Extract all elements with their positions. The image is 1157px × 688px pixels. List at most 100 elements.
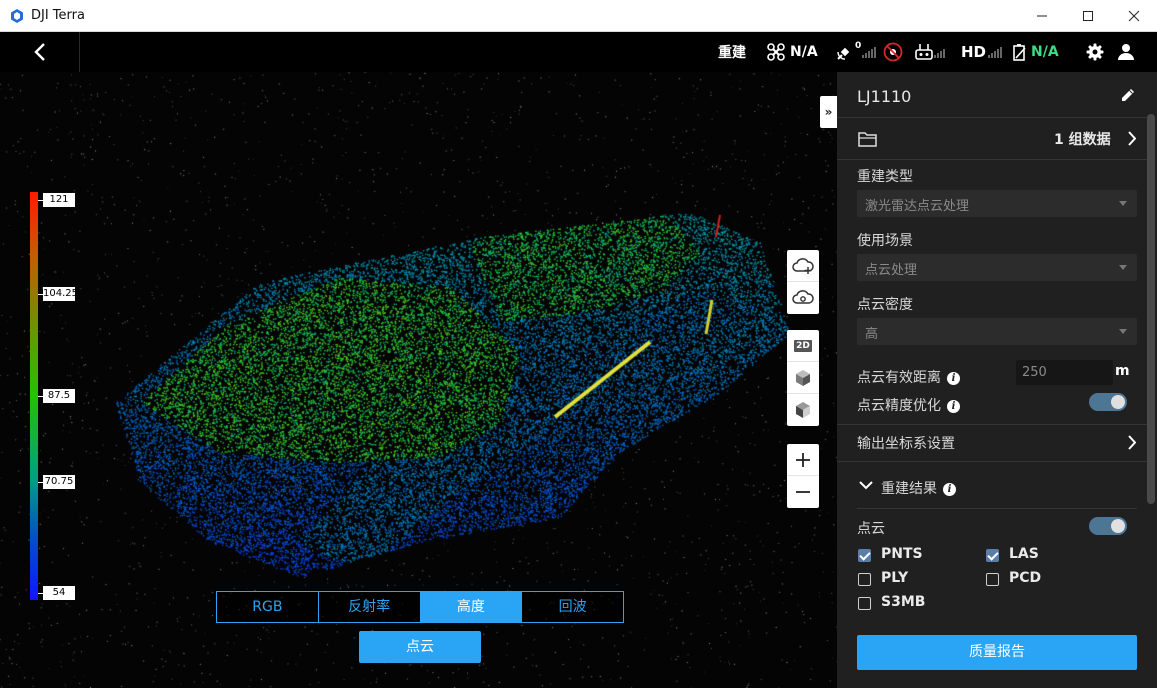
view-2d-button[interactable]: 2D: [787, 330, 819, 362]
effective-distance-label: 点云有效距离 i: [857, 367, 960, 387]
plus-icon: [796, 452, 810, 467]
caret-down-icon: [1119, 329, 1127, 334]
panel-scrollbar[interactable]: [1147, 114, 1155, 504]
scene-select[interactable]: 点云处理: [857, 254, 1137, 281]
format-ply-label: PLY: [881, 570, 909, 586]
format-pnts-label: PNTS: [881, 546, 923, 562]
signal-bars-icon: [934, 49, 945, 58]
chevron-right-icon: [1128, 435, 1136, 450]
distance-unit: m: [1115, 363, 1130, 379]
folder-icon: [858, 132, 877, 147]
rebuild-label: 重建: [718, 45, 746, 61]
tab-return[interactable]: 回波: [522, 592, 623, 622]
view-tools: 2D: [787, 330, 819, 426]
user-icon: [1118, 44, 1134, 60]
double-chevron-right-icon: »: [824, 105, 833, 119]
aircraft-status[interactable]: N/A: [767, 32, 818, 72]
rebuild-button[interactable]: 重建: [718, 32, 746, 72]
coord-settings-label: 输出坐标系设置: [857, 436, 955, 452]
rtk-status[interactable]: [883, 32, 903, 72]
tab-reflectivity[interactable]: 反射率: [319, 592, 421, 622]
cube-icon: [796, 369, 810, 386]
info-icon[interactable]: i: [943, 483, 956, 496]
settings-button[interactable]: [1086, 32, 1104, 72]
cloud-add-icon: [792, 257, 814, 274]
gps-count: 0: [855, 41, 862, 51]
format-pcd-label: PCD: [1009, 570, 1042, 586]
hd-label: HD: [961, 43, 987, 61]
cloud-gear-icon: [792, 290, 814, 304]
gps-status[interactable]: 0: [836, 32, 877, 72]
precision-label: 点云精度优化 i: [857, 395, 960, 415]
gear-icon: [1086, 43, 1104, 61]
battery-status[interactable]: N/A: [1012, 32, 1059, 72]
recon-type-select[interactable]: 激光雷达点云处理: [857, 190, 1137, 217]
format-s3mb-checkbox[interactable]: [858, 597, 871, 610]
collapse-panel-button[interactable]: »: [820, 96, 837, 128]
minimize-icon: [1037, 15, 1047, 17]
2d-view-icon: 2D: [794, 339, 812, 352]
window-titlebar: DJI Terra: [0, 0, 1157, 32]
remote-controller-icon: [915, 44, 933, 60]
density-value: 高: [865, 327, 879, 342]
account-button[interactable]: [1118, 32, 1134, 72]
effective-distance-input[interactable]: 250: [1016, 360, 1113, 385]
chevron-right-icon: [1128, 131, 1136, 146]
chevron-left-icon: [33, 43, 45, 61]
pointcloud-toggle[interactable]: [1089, 517, 1127, 535]
signal-bars-icon: [862, 47, 877, 58]
point-cloud-button[interactable]: 点云: [359, 631, 481, 663]
format-las-checkbox[interactable]: [986, 549, 999, 562]
view-perspective-button[interactable]: [787, 394, 819, 426]
legend-label: 70.75: [43, 475, 75, 489]
density-label: 点云密度: [857, 297, 913, 313]
format-las-label: LAS: [1009, 546, 1039, 562]
cloud-tools: [787, 250, 819, 314]
battery-icon: [1013, 44, 1026, 61]
remote-controller-status[interactable]: [915, 32, 946, 72]
info-icon[interactable]: i: [947, 372, 960, 385]
density-select[interactable]: 高: [857, 318, 1137, 345]
format-pnts-checkbox[interactable]: [858, 549, 871, 562]
satellite-icon: [837, 47, 850, 60]
zoom-in-button[interactable]: [787, 444, 819, 476]
recon-type-label: 重建类型: [857, 169, 913, 185]
recon-type-value: 激光雷达点云处理: [865, 199, 970, 214]
caret-down-icon: [1119, 265, 1127, 270]
zoom-out-button[interactable]: [787, 476, 819, 508]
tab-rgb[interactable]: RGB: [217, 592, 319, 622]
color-mode-tabs: RGB 反射率 高度 回波: [216, 591, 624, 623]
battery-status-text: N/A: [1031, 44, 1059, 60]
signal-bars-icon: [988, 47, 1003, 58]
cloud-upload-button[interactable]: [787, 250, 819, 282]
format-s3mb-label: S3MB: [881, 594, 926, 610]
hd-signal-status[interactable]: HD: [961, 32, 1003, 72]
scene-label: 使用场景: [857, 233, 913, 249]
precision-toggle[interactable]: [1089, 393, 1127, 411]
format-pcd-checkbox[interactable]: [986, 573, 999, 586]
edit-icon[interactable]: [1120, 87, 1136, 103]
quality-report-button[interactable]: 质量报告: [857, 635, 1137, 670]
info-icon[interactable]: i: [947, 400, 960, 413]
caret-down-icon: [1119, 201, 1127, 206]
effective-distance-value: 250: [1022, 365, 1047, 380]
dji-terra-logo-icon: [11, 9, 23, 23]
format-ply-checkbox[interactable]: [858, 573, 871, 586]
cloud-settings-button[interactable]: [787, 282, 819, 314]
point-cloud-viewport[interactable]: 121 104.25 87.5 70.75 54 » 2D RGB 反射率 高度…: [0, 72, 837, 688]
view-3d-button[interactable]: [787, 362, 819, 394]
chevron-down-icon: [859, 481, 873, 490]
legend-label: 104.25: [43, 287, 78, 301]
close-icon: [1128, 10, 1140, 22]
aircraft-status-text: N/A: [790, 44, 818, 60]
close-window-button[interactable]: [1111, 0, 1157, 32]
back-button[interactable]: [0, 32, 80, 72]
pointcloud-label: 点云: [857, 521, 885, 537]
maximize-button[interactable]: [1065, 0, 1111, 32]
minimize-button[interactable]: [1019, 0, 1065, 32]
data-groups-count: 1 组数据: [1054, 132, 1111, 148]
no-signal-icon: [883, 42, 903, 62]
legend-label: 121: [43, 193, 75, 207]
tab-height[interactable]: 高度: [420, 592, 523, 622]
zoom-tools: [787, 444, 819, 508]
